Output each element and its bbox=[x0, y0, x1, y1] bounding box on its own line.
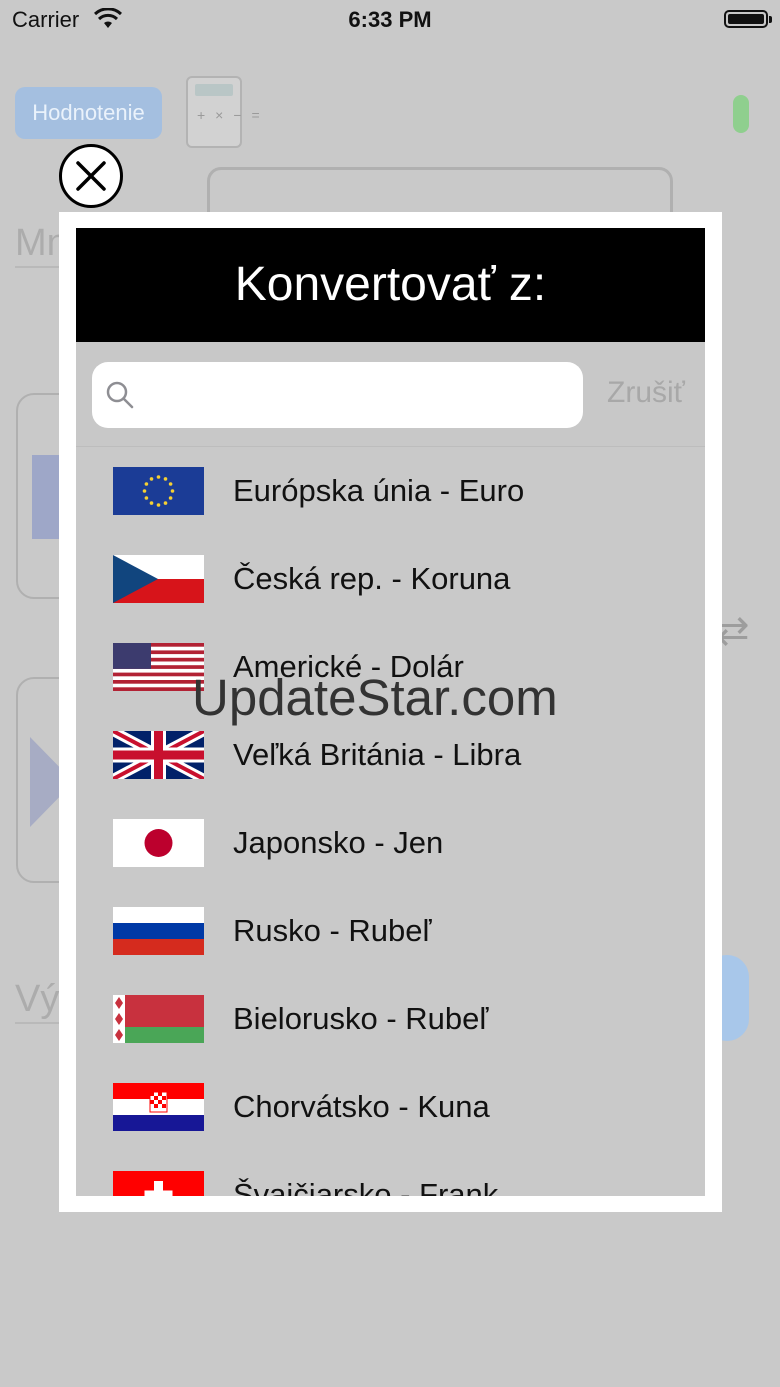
currency-label: Česká rep. - Koruna bbox=[233, 561, 511, 596]
currency-label: Chorvátsko - Kuna bbox=[233, 1089, 490, 1124]
list-item-chf[interactable]: Švajčiarsko - Frank bbox=[76, 1151, 705, 1196]
ru-flag-icon bbox=[113, 907, 204, 955]
eu-flag-icon bbox=[113, 467, 204, 515]
by-flag-icon bbox=[113, 995, 204, 1043]
list-item-jpy[interactable]: Japonsko - Jen bbox=[76, 799, 705, 887]
search-field[interactable] bbox=[92, 362, 583, 428]
currency-label: Švajčiarsko - Frank bbox=[233, 1177, 499, 1196]
currency-label: Japonsko - Jen bbox=[233, 825, 444, 860]
search-bar: Zrušiť bbox=[76, 342, 705, 447]
calculator-icon: +×−= bbox=[186, 76, 260, 148]
gb-flag-icon bbox=[113, 731, 204, 779]
search-input[interactable] bbox=[144, 372, 568, 418]
cz-flag-icon bbox=[113, 555, 204, 603]
hr-flag-icon bbox=[113, 1083, 204, 1131]
jp-flag-icon bbox=[113, 819, 204, 867]
list-item-eur[interactable]: Európska únia - Euro bbox=[76, 447, 705, 535]
status-bar: Carrier 6:33 PM bbox=[0, 0, 780, 40]
watermark: UpdateStar.com bbox=[192, 669, 558, 726]
ch-flag-icon bbox=[113, 1171, 204, 1196]
list-item-byn[interactable]: Bielorusko - Rubeľ bbox=[76, 975, 705, 1063]
currency-label: Európska únia - Euro bbox=[233, 473, 525, 508]
modal-title: Konvertovať z: bbox=[76, 228, 705, 342]
search-icon bbox=[106, 381, 134, 409]
close-button[interactable] bbox=[59, 144, 123, 208]
list-item-rub[interactable]: Rusko - Rubeľ bbox=[76, 887, 705, 975]
currency-label: Veľká Británia - Libra bbox=[233, 737, 522, 772]
us-flag-icon bbox=[113, 643, 204, 691]
currency-label: Bielorusko - Rubeľ bbox=[233, 1001, 489, 1036]
clock: 6:33 PM bbox=[348, 7, 432, 32]
close-icon bbox=[76, 161, 106, 191]
cancel-button[interactable]: Zrušiť bbox=[607, 376, 685, 410]
currency-label: Rusko - Rubeľ bbox=[233, 913, 432, 948]
status-indicator bbox=[733, 95, 749, 133]
battery-icon bbox=[724, 10, 772, 28]
rating-button: Hodnotenie bbox=[15, 87, 162, 139]
list-item-czk[interactable]: Česká rep. - Koruna bbox=[76, 535, 705, 623]
list-item-hrk[interactable]: Chorvátsko - Kuna bbox=[76, 1063, 705, 1151]
